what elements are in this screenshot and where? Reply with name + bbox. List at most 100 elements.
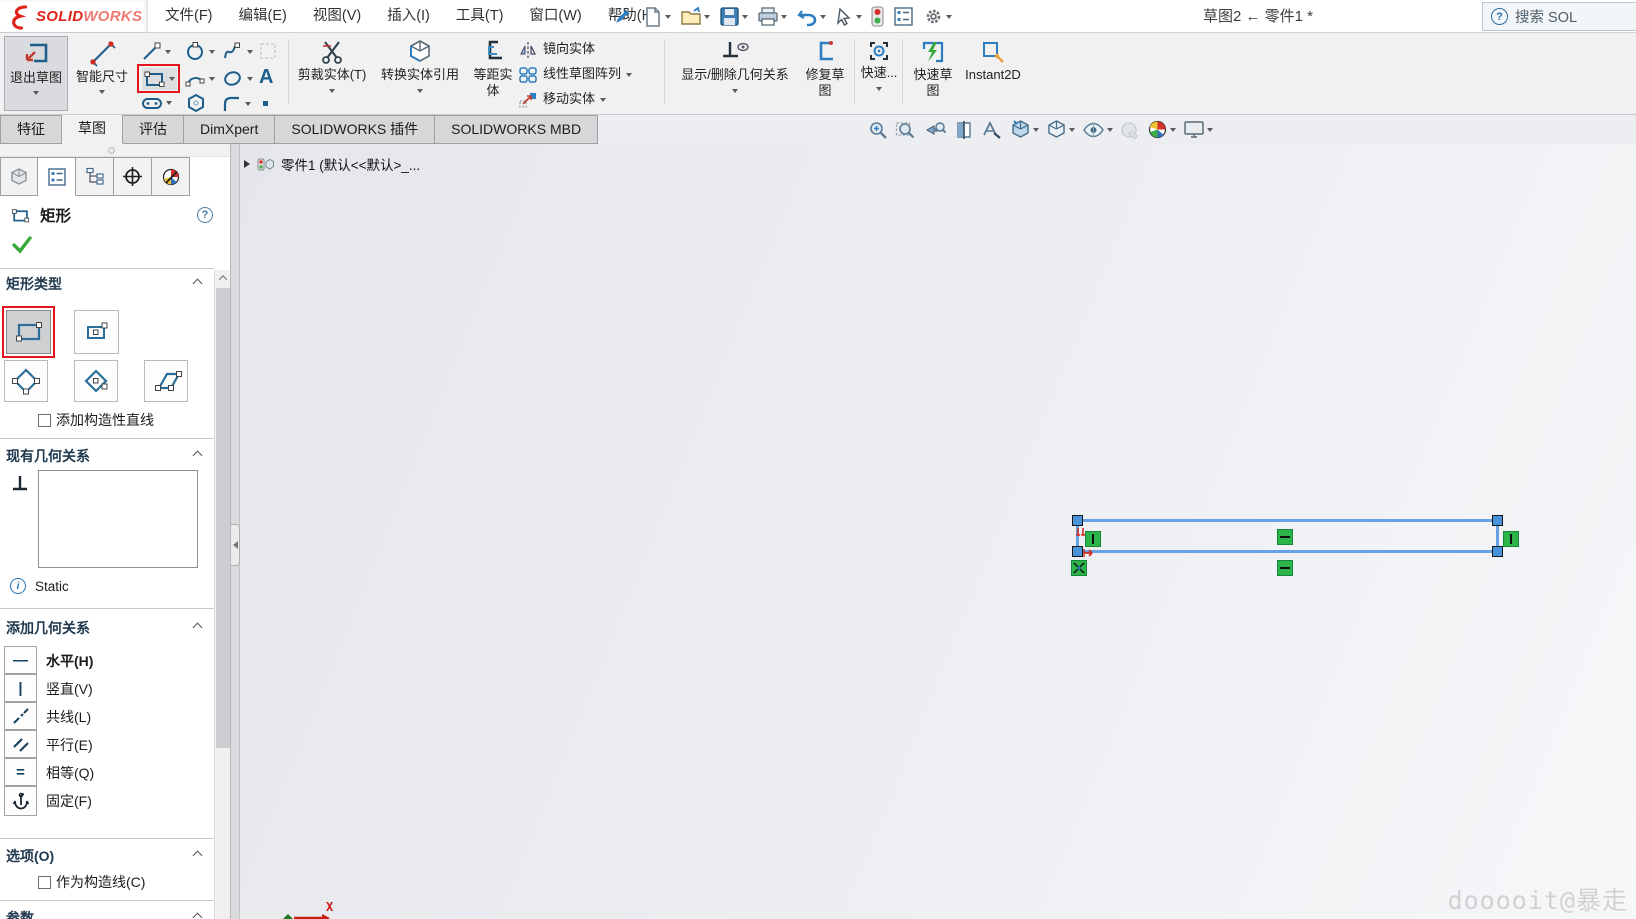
- scrollbar-thumb[interactable]: [216, 288, 230, 748]
- linear-pattern-dropdown[interactable]: [626, 72, 633, 77]
- pin-icon[interactable]: [614, 7, 632, 25]
- add-construction-lines-checkbox[interactable]: 添加构造性直线: [38, 410, 154, 430]
- tab-evaluate[interactable]: 评估: [123, 115, 184, 144]
- undo-dropdown[interactable]: [820, 14, 826, 19]
- tab-sketch[interactable]: 草图: [62, 115, 123, 144]
- vertical-constraint-badge-right[interactable]: [1503, 531, 1519, 547]
- section-options[interactable]: 选项(O): [0, 846, 214, 866]
- new-document-button[interactable]: [640, 4, 674, 30]
- smart-dimension-button[interactable]: 智能尺寸: [72, 36, 132, 111]
- collapse-chevron[interactable]: [192, 450, 203, 461]
- undo-button[interactable]: [793, 5, 829, 29]
- tab-dimxpertmanager[interactable]: [114, 157, 152, 196]
- open-dropdown[interactable]: [704, 14, 710, 19]
- annotation-view-button[interactable]: [981, 120, 1003, 140]
- move-entities-dropdown[interactable]: [600, 97, 607, 102]
- relation-horizontal[interactable]: — 水平(H): [0, 646, 214, 674]
- quick-snaps-dropdown[interactable]: [876, 87, 882, 92]
- linear-pattern-button[interactable]: 线性草图阵列: [518, 62, 633, 87]
- horizontal-constraint-badge-top[interactable]: [1277, 529, 1293, 545]
- trim-dropdown[interactable]: [329, 89, 335, 94]
- print-dropdown[interactable]: [781, 14, 787, 19]
- apply-scene-dropdown[interactable]: [1170, 127, 1176, 132]
- rapid-sketch-button[interactable]: 快速草图: [908, 36, 958, 114]
- ok-button[interactable]: [12, 236, 32, 254]
- vertical-constraint-badge[interactable]: [1085, 531, 1101, 547]
- tab-solidworks-addins[interactable]: SOLIDWORKS 插件: [275, 115, 436, 144]
- display-style-dropdown[interactable]: [1069, 127, 1075, 132]
- tree-expand-arrow[interactable]: [244, 160, 250, 168]
- feature-tree-flyout[interactable]: 零件1 (默认<<默认>_...: [244, 154, 420, 174]
- section-view-button[interactable]: [953, 120, 974, 140]
- apply-scene-button[interactable]: [1147, 119, 1176, 140]
- options-list-button[interactable]: [890, 4, 917, 29]
- relation-equal[interactable]: = 相等(Q): [0, 758, 214, 786]
- collapse-chevron[interactable]: [192, 850, 203, 861]
- exit-sketch-button[interactable]: 退出草图: [4, 36, 68, 111]
- section-existing-relations[interactable]: 现有几何关系: [0, 446, 214, 466]
- ellipse-tool-button[interactable]: [222, 68, 253, 89]
- tab-propertymanager[interactable]: [38, 157, 76, 196]
- rectangle-vertex-bottomleft[interactable]: [1072, 546, 1083, 557]
- text-tool-button[interactable]: A: [259, 66, 273, 89]
- view-orientation-button[interactable]: [1010, 119, 1039, 140]
- settings-dropdown[interactable]: [946, 14, 952, 19]
- select-dropdown[interactable]: [856, 14, 862, 19]
- view-orientation-dropdown[interactable]: [1033, 127, 1039, 132]
- panel-splitter[interactable]: [230, 144, 240, 919]
- convert-entities-button[interactable]: 转换实体引用: [372, 36, 468, 111]
- circle-dropdown[interactable]: [209, 49, 215, 54]
- center-rectangle-button[interactable]: [74, 310, 119, 354]
- checkbox-box[interactable]: [38, 875, 51, 889]
- repair-sketch-button[interactable]: 修复草图: [800, 36, 850, 114]
- slot-dropdown[interactable]: [166, 101, 172, 105]
- view-settings-dropdown[interactable]: [1207, 127, 1213, 132]
- display-delete-relations-button[interactable]: 显示/删除几何关系: [672, 36, 798, 111]
- instant2d-button[interactable]: Instant2D: [960, 36, 1026, 114]
- graphics-area[interactable]: 零件1 (默认<<默认>_... X dooooit@暴走: [240, 144, 1636, 919]
- display-relations-dropdown[interactable]: [732, 89, 738, 94]
- convert-dropdown[interactable]: [417, 89, 423, 94]
- search-box[interactable]: ? 搜索 SOL: [1482, 2, 1636, 31]
- help-icon[interactable]: ?: [1491, 8, 1508, 25]
- panel-help-icon[interactable]: ?: [197, 207, 213, 223]
- tab-configurationmanager[interactable]: [76, 157, 114, 196]
- print-button[interactable]: [754, 4, 790, 29]
- tab-featuremanager-tree[interactable]: [0, 157, 38, 196]
- vertical-relation-icon[interactable]: |: [4, 674, 37, 702]
- horizontal-constraint-badge-bottom[interactable]: [1277, 560, 1293, 576]
- relation-collinear[interactable]: 共线(L): [0, 702, 214, 730]
- view-settings-button[interactable]: [1183, 120, 1213, 139]
- tab-solidworks-mbd[interactable]: SOLIDWORKS MBD: [435, 115, 599, 144]
- checkbox-box[interactable]: [38, 413, 51, 427]
- move-entities-button[interactable]: 移动实体: [518, 87, 632, 112]
- center-rectangle-3pt-button[interactable]: [74, 360, 118, 402]
- existing-relations-list[interactable]: [38, 470, 198, 568]
- parallelogram-button[interactable]: [144, 360, 188, 402]
- save-dropdown[interactable]: [742, 14, 748, 19]
- panel-handle[interactable]: [0, 144, 230, 157]
- panel-scrollbar[interactable]: [214, 270, 230, 919]
- equal-relation-icon[interactable]: =: [4, 758, 37, 786]
- line-tool-button[interactable]: [141, 41, 171, 62]
- hide-show-dropdown[interactable]: [1107, 127, 1113, 132]
- section-parameters[interactable]: 参数: [0, 908, 214, 919]
- fillet-dropdown[interactable]: [245, 102, 251, 106]
- polygon-tool-button[interactable]: [186, 93, 206, 113]
- zoom-fit-button[interactable]: [868, 120, 888, 140]
- tab-dimxpert[interactable]: DimXpert: [184, 115, 276, 144]
- display-style-button[interactable]: [1046, 119, 1075, 140]
- horizontal-relation-icon[interactable]: —: [4, 646, 37, 674]
- scrollbar-up-arrow[interactable]: [215, 270, 231, 286]
- tab-features[interactable]: 特征: [0, 115, 62, 144]
- section-add-relations[interactable]: 添加几何关系: [0, 618, 214, 638]
- menu-tools[interactable]: 工具(T): [443, 0, 517, 33]
- collapse-chevron[interactable]: [192, 912, 203, 919]
- previous-view-button[interactable]: [924, 120, 946, 140]
- corner-rectangle-3pt-button[interactable]: [4, 360, 48, 402]
- spline-tool-button[interactable]: [222, 41, 253, 62]
- new-document-dropdown[interactable]: [665, 14, 671, 19]
- slot-tool-button[interactable]: [141, 95, 172, 111]
- select-button[interactable]: [832, 5, 865, 29]
- mirror-entities-button[interactable]: 镜向实体: [518, 37, 632, 62]
